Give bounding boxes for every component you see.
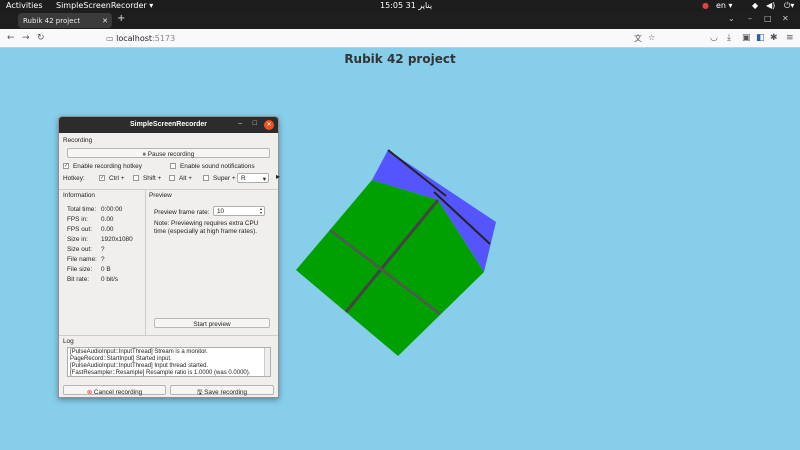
- log-scrollbar[interactable]: [264, 348, 270, 376]
- sound-notifications-checkbox[interactable]: [170, 163, 176, 169]
- info-label: Size in:: [67, 236, 88, 243]
- information-section-label: Information: [63, 192, 95, 199]
- sound-notifications-label: Enable sound notifications: [180, 163, 255, 170]
- info-label: Size out:: [67, 246, 92, 253]
- info-value: ?: [101, 246, 105, 253]
- info-label: Bit rate:: [67, 276, 90, 283]
- close-icon[interactable]: ✕: [264, 120, 274, 130]
- hotkey-key-value: R: [241, 175, 246, 182]
- spin-arrows-icon[interactable]: ▴ ▾: [260, 207, 262, 215]
- minimize-icon[interactable]: –: [238, 120, 242, 127]
- ctrl-checkbox[interactable]: ✓: [99, 175, 105, 181]
- save-recording-label: Save recording: [204, 389, 248, 396]
- log-section-label: Log: [63, 338, 74, 345]
- info-label: FPS in:: [67, 216, 88, 223]
- shift-checkbox[interactable]: [133, 175, 139, 181]
- window-title: SimpleScreenRecorder: [129, 121, 208, 128]
- info-value: ?: [101, 256, 105, 263]
- pause-recording-button[interactable]: ⏸ Pause recording: [67, 148, 270, 158]
- cancel-icon: ⊗: [86, 389, 93, 396]
- preview-rate-spinbox[interactable]: 10 ▴ ▾: [213, 206, 265, 216]
- alt-checkbox[interactable]: [169, 175, 175, 181]
- info-value: 1920x1080: [101, 236, 133, 243]
- save-icon: 🖫: [196, 389, 203, 396]
- hotkey-label: Hotkey:: [63, 175, 85, 182]
- simplescreenrecorder-window: SimpleScreenRecorder – □ ✕ Recording ⏸ P…: [58, 116, 279, 398]
- log-line: [FastResampler::Resample] Resample ratio…: [70, 370, 251, 376]
- super-checkbox[interactable]: [203, 175, 209, 181]
- window-titlebar[interactable]: SimpleScreenRecorder: [59, 117, 278, 133]
- hotkey-key-select[interactable]: R ▾: [237, 173, 269, 183]
- info-value: 0:00:00: [101, 206, 123, 213]
- info-label: File size:: [67, 266, 93, 273]
- info-value: 0.00: [101, 226, 114, 233]
- ctrl-label: Ctrl +: [109, 175, 125, 182]
- cancel-recording-button[interactable]: ⊗ Cancel recording: [63, 385, 166, 396]
- section-divider: [59, 189, 278, 190]
- enable-hotkey-label: Enable recording hotkey: [73, 163, 142, 170]
- info-label: FPS out:: [67, 226, 92, 233]
- recording-section-label: Recording: [63, 137, 93, 144]
- log-line: [PulseAudioInput::InputThread] Input thr…: [70, 363, 209, 369]
- mouse-cursor-icon: ▸: [276, 172, 281, 181]
- vertical-divider: [145, 190, 146, 335]
- info-label: File name:: [67, 256, 97, 263]
- pause-recording-label: Pause recording: [147, 151, 195, 158]
- alt-label: Alt +: [179, 175, 192, 182]
- preview-note-line-1: Note: Previewing requires extra CPU: [154, 220, 259, 227]
- log-line: PageRecord::StartInput] Started input.: [70, 356, 172, 362]
- preview-note-line-2: time (especially at high frame rates).: [154, 228, 257, 235]
- pause-icon: ⏸: [142, 151, 146, 158]
- maximize-icon[interactable]: □: [253, 120, 257, 127]
- shift-label: Shift +: [143, 175, 162, 182]
- preview-section-label: Preview: [149, 192, 172, 199]
- info-value: 0 bit/s: [101, 276, 119, 283]
- start-preview-button[interactable]: Start preview: [154, 318, 270, 328]
- info-value: 0 B: [101, 266, 111, 273]
- super-label: Super +: [213, 175, 236, 182]
- info-label: Total time:: [67, 206, 97, 213]
- info-value: 0.00: [101, 216, 114, 223]
- save-recording-button[interactable]: 🖫 Save recording: [170, 385, 274, 396]
- log-textbox[interactable]: [PulseAudioInput::InputThread] Stream is…: [67, 347, 271, 377]
- enable-hotkey-checkbox[interactable]: ✓: [63, 163, 69, 169]
- cancel-recording-label: Cancel recording: [93, 389, 143, 396]
- preview-rate-label: Preview frame rate:: [154, 209, 210, 216]
- chevron-down-icon: ▾: [262, 176, 266, 183]
- preview-rate-value: 10: [217, 208, 225, 215]
- log-line: [PulseAudioInput::InputThread] Stream is…: [70, 349, 208, 355]
- section-divider: [59, 335, 278, 336]
